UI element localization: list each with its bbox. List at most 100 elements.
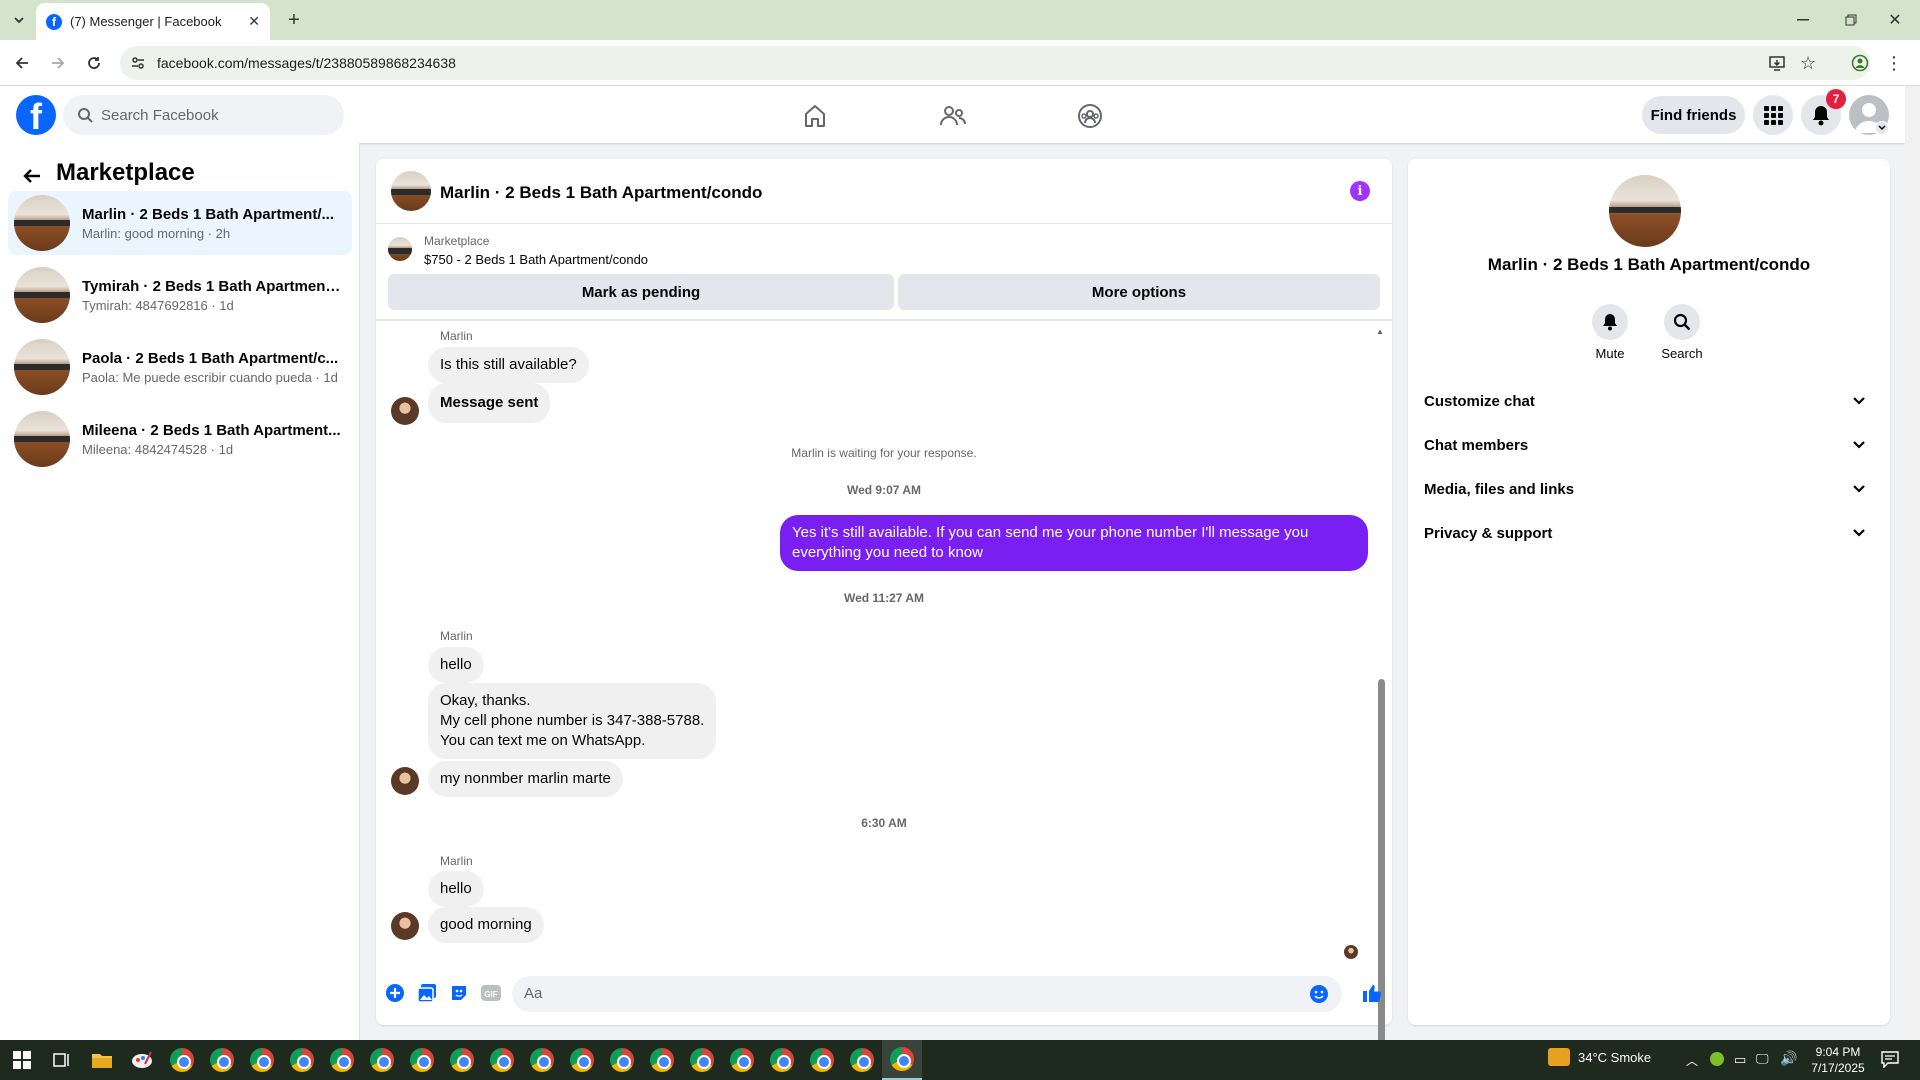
clock-time: 9:04 PM — [1815, 1045, 1861, 1059]
address-bar[interactable]: facebook.com/messages/t/2388058986823463… — [120, 46, 1870, 80]
tab-search-button[interactable] — [6, 8, 32, 32]
meet-now-icon[interactable]: ▭ — [1734, 1052, 1746, 1068]
mark-as-pending-button[interactable]: Mark as pending — [388, 274, 894, 310]
groups-nav-icon[interactable] — [1065, 96, 1115, 136]
media-files-links-section[interactable]: Media, files and links — [1424, 471, 1874, 507]
search-icon — [77, 107, 93, 123]
mute-button[interactable] — [1592, 304, 1628, 340]
chrome-app-icon[interactable] — [802, 1040, 842, 1080]
sender-avatar[interactable] — [391, 397, 419, 425]
listing-description[interactable]: $750 - 2 Beds 1 Bath Apartment/condo — [424, 252, 648, 267]
outgoing-message[interactable]: Yes it's still available. If you can sen… — [780, 515, 1368, 571]
weather-widget[interactable]: 34°C Smoke — [1548, 1048, 1651, 1066]
chrome-app-icon[interactable] — [402, 1040, 442, 1080]
chrome-app-icon[interactable] — [842, 1040, 882, 1080]
incoming-message[interactable]: hello — [428, 871, 484, 907]
new-tab-button[interactable]: + — [282, 8, 306, 32]
conversation-item[interactable]: Tymirah · 2 Beds 1 Bath Apartment... Tymi… — [8, 263, 352, 327]
site-info-icon[interactable] — [130, 55, 146, 71]
info-icon[interactable]: i — [1350, 181, 1370, 201]
find-friends-button[interactable]: Find friends — [1642, 96, 1745, 134]
close-window-button[interactable]: ✕ — [1880, 8, 1910, 32]
chrome-app-icon[interactable] — [482, 1040, 522, 1080]
task-view-icon[interactable] — [42, 1040, 82, 1080]
show-hidden-icons-icon[interactable]: ︿ — [1686, 1052, 1698, 1069]
conversation-item[interactable]: Mileena · 2 Beds 1 Bath Apartment... Mile… — [8, 407, 352, 471]
chrome-app-icon[interactable] — [362, 1040, 402, 1080]
timestamp: 6:30 AM — [861, 816, 907, 830]
minimize-button[interactable] — [1788, 8, 1818, 32]
restore-button[interactable] — [1836, 8, 1866, 32]
close-tab-icon[interactable]: ✕ — [248, 13, 260, 30]
conversation-item[interactable]: Marlin · 2 Beds 1 Bath Apartment/... Marl… — [8, 191, 352, 255]
account-chevron-icon[interactable] — [1875, 121, 1889, 135]
chat-header-avatar[interactable] — [391, 171, 431, 211]
chrome-app-icon[interactable] — [722, 1040, 762, 1080]
facebook-logo-icon[interactable]: f — [16, 95, 56, 135]
clock[interactable]: 9:04 PM 7/17/2025 — [1806, 1044, 1870, 1076]
attach-photo-icon[interactable] — [415, 981, 439, 1005]
chat-title[interactable]: Marlin · 2 Beds 1 Bath Apartment/condo — [440, 183, 762, 203]
forward-button[interactable] — [44, 50, 72, 76]
profile-icon[interactable] — [1846, 50, 1874, 76]
listing-thumbnail — [14, 195, 70, 251]
incoming-message[interactable]: Message sent — [428, 383, 551, 423]
install-app-icon[interactable] — [1768, 54, 1786, 72]
chrome-app-icon[interactable] — [282, 1040, 322, 1080]
chat-scrollbar-thumb[interactable] — [1378, 679, 1385, 1080]
facebook-search-input[interactable]: Search Facebook — [63, 95, 344, 135]
chrome-app-icon[interactable] — [522, 1040, 562, 1080]
incoming-message[interactable]: hello — [428, 647, 484, 683]
tray-app-icon[interactable] — [1710, 1052, 1724, 1066]
browser-menu-icon[interactable]: ⋮ — [1882, 50, 1906, 76]
back-arrow-icon[interactable] — [16, 160, 48, 192]
volume-icon[interactable]: 🔊 — [1780, 1050, 1797, 1067]
file-explorer-icon[interactable] — [82, 1040, 122, 1080]
chrome-app-icon[interactable] — [642, 1040, 682, 1080]
browser-tab[interactable]: f (7) Messenger | Facebook ✕ — [36, 3, 270, 40]
emoji-icon[interactable] — [1309, 984, 1329, 1004]
add-more-icon[interactable] — [383, 981, 407, 1005]
privacy-support-section[interactable]: Privacy & support — [1424, 515, 1874, 551]
chrome-app-icon[interactable] — [442, 1040, 482, 1080]
chrome-app-icon-active[interactable] — [882, 1040, 922, 1080]
chat-profile-avatar[interactable] — [1609, 175, 1681, 247]
bookmark-star-icon[interactable]: ☆ — [1800, 53, 1816, 74]
home-nav-icon[interactable] — [790, 96, 840, 136]
more-options-button[interactable]: More options — [898, 274, 1380, 310]
incoming-message[interactable]: my nonmber marlin marte — [428, 761, 623, 797]
chrome-app-icon[interactable] — [682, 1040, 722, 1080]
gif-icon[interactable]: GIF — [479, 981, 503, 1005]
back-button[interactable] — [8, 50, 36, 76]
sender-avatar[interactable] — [391, 912, 419, 940]
paint-app-icon[interactable] — [122, 1040, 162, 1080]
page-scrollbar[interactable] — [1905, 86, 1920, 1040]
incoming-message[interactable]: Is this still available? — [428, 347, 589, 383]
windows-start-icon[interactable] — [2, 1040, 42, 1080]
friends-nav-icon[interactable] — [928, 96, 978, 136]
menu-grid-button[interactable] — [1753, 95, 1793, 135]
chat-scrollbar[interactable]: ▲ ▼ — [1376, 327, 1386, 1080]
message-input[interactable]: Aa — [512, 976, 1342, 1012]
sticker-icon[interactable] — [447, 981, 471, 1005]
like-thumb-icon[interactable] — [1358, 979, 1386, 1007]
chrome-app-icon[interactable] — [322, 1040, 362, 1080]
clock-date: 7/17/2025 — [1811, 1061, 1865, 1075]
conversation-item[interactable]: Paola · 2 Beds 1 Bath Apartment/c... Paol… — [8, 335, 352, 399]
reload-button[interactable] — [80, 50, 108, 76]
incoming-message[interactable]: good morning — [428, 907, 544, 943]
network-icon[interactable]: 🖵 — [1756, 1051, 1769, 1067]
chrome-app-icon[interactable] — [162, 1040, 202, 1080]
sender-avatar[interactable] — [391, 767, 419, 795]
listing-source: Marketplace — [424, 234, 490, 248]
chrome-app-icon[interactable] — [202, 1040, 242, 1080]
notification-center-icon[interactable] — [1880, 1050, 1900, 1068]
customize-chat-section[interactable]: Customize chat — [1424, 383, 1874, 419]
search-conversation-button[interactable] — [1664, 304, 1700, 340]
chrome-app-icon[interactable] — [762, 1040, 802, 1080]
chrome-app-icon[interactable] — [242, 1040, 282, 1080]
chrome-app-icon[interactable] — [602, 1040, 642, 1080]
chrome-app-icon[interactable] — [562, 1040, 602, 1080]
chat-members-section[interactable]: Chat members — [1424, 427, 1874, 463]
incoming-message[interactable]: Okay, thanks. My cell phone number is 34… — [428, 683, 717, 759]
